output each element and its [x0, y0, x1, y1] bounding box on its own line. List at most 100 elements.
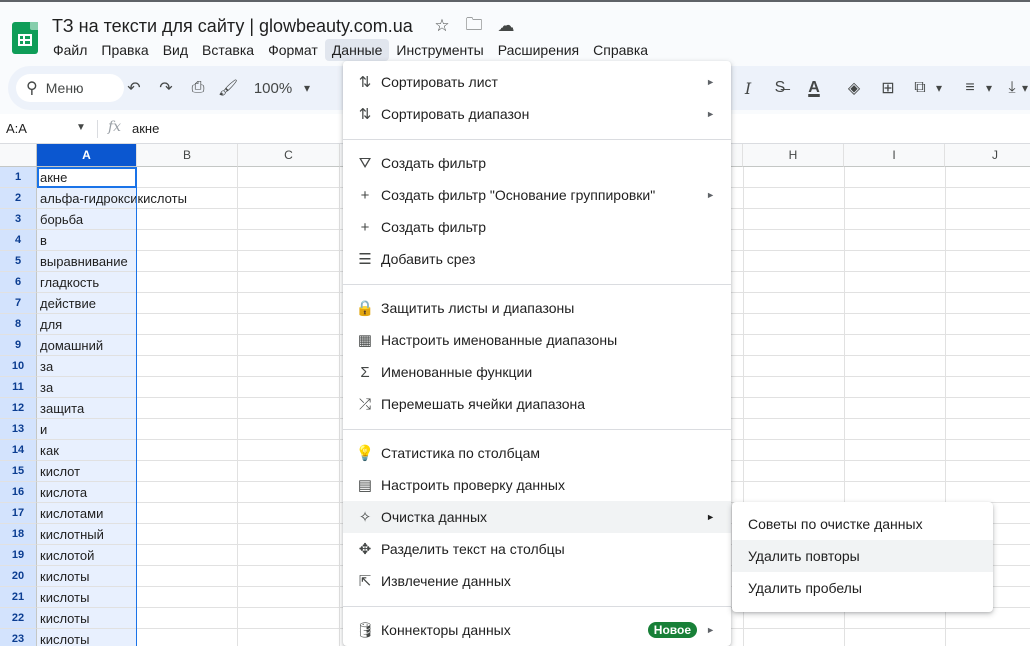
- menu-tools[interactable]: Инструменты: [389, 39, 490, 61]
- cell-a[interactable]: кислоты: [37, 608, 137, 629]
- row-header[interactable]: 17: [0, 503, 37, 524]
- strikethrough-icon[interactable]: S̶: [770, 76, 790, 100]
- cell-a[interactable]: для: [37, 314, 137, 335]
- submenu-item-remove-duplicates[interactable]: Удалить повторы: [732, 540, 993, 572]
- name-box[interactable]: A:A: [6, 121, 27, 136]
- select-all-corner[interactable]: [0, 144, 37, 167]
- column-header-a[interactable]: A: [37, 144, 137, 167]
- menu-item-named-ranges[interactable]: ▦ Настроить именованные диапазоны: [343, 324, 731, 356]
- valign-caret-icon[interactable]: ▾: [1020, 76, 1030, 100]
- menu-item-add-slicer[interactable]: ☰ Добавить срез: [343, 243, 731, 275]
- borders-icon[interactable]: ⊞: [878, 76, 898, 100]
- star-icon[interactable]: ☆: [432, 16, 452, 36]
- cell-a[interactable]: альфа-гидроксикислоты: [37, 188, 187, 209]
- cell-a[interactable]: гладкость: [37, 272, 137, 293]
- column-header-h[interactable]: H: [743, 144, 844, 167]
- formula-input[interactable]: акне: [132, 121, 159, 136]
- row-header[interactable]: 13: [0, 419, 37, 440]
- menu-file[interactable]: Файл: [46, 39, 94, 61]
- menu-item-create-filter[interactable]: ⛛ Создать фильтр: [343, 147, 731, 179]
- row-header[interactable]: 11: [0, 377, 37, 398]
- menu-format[interactable]: Формат: [261, 39, 325, 61]
- cell-a[interactable]: кислотами: [37, 503, 137, 524]
- cell-a[interactable]: кислоты: [37, 629, 137, 646]
- menu-item-data-connectors[interactable]: 🛢 Коннекторы данных Новое ►: [343, 614, 731, 646]
- move-to-folder-icon[interactable]: 🗀: [464, 15, 484, 36]
- vertical-align-icon[interactable]: ⤓: [1002, 76, 1022, 100]
- merge-cells-icon[interactable]: ⧉: [910, 76, 930, 100]
- submenu-item-trim-whitespace[interactable]: Удалить пробелы: [732, 572, 993, 604]
- name-box-caret-icon[interactable]: ▼: [76, 122, 86, 133]
- menu-help[interactable]: Справка: [586, 39, 655, 61]
- menu-item-column-stats[interactable]: 💡 Статистика по столбцам: [343, 437, 731, 469]
- row-header[interactable]: 1: [0, 167, 37, 188]
- zoom-select[interactable]: 100%: [252, 76, 294, 100]
- submenu-item-cleanup-suggestions[interactable]: Советы по очистке данных: [732, 508, 993, 540]
- cell-a[interactable]: выравнивание: [37, 251, 137, 272]
- cell-a[interactable]: за: [37, 356, 137, 377]
- row-header[interactable]: 19: [0, 545, 37, 566]
- column-header-c[interactable]: C: [238, 144, 340, 167]
- active-cell[interactable]: акне: [37, 167, 137, 188]
- menu-item-data-extraction[interactable]: ⇱ Извлечение данных: [343, 565, 731, 597]
- cell-a[interactable]: и: [37, 419, 137, 440]
- row-header[interactable]: 8: [0, 314, 37, 335]
- row-header[interactable]: 5: [0, 251, 37, 272]
- cell-a[interactable]: домашний: [37, 335, 137, 356]
- column-header-b[interactable]: B: [137, 144, 238, 167]
- row-header[interactable]: 6: [0, 272, 37, 293]
- row-header[interactable]: 14: [0, 440, 37, 461]
- menu-item-sort-sheet[interactable]: ⇅ Сортировать лист ►: [343, 66, 731, 98]
- cell-a[interactable]: кислоты: [37, 587, 137, 608]
- row-header[interactable]: 12: [0, 398, 37, 419]
- cell-a[interactable]: кислот: [37, 461, 137, 482]
- redo-icon[interactable]: ↷: [156, 76, 176, 100]
- cell-a[interactable]: борьба: [37, 209, 137, 230]
- document-title[interactable]: ТЗ на тексти для сайту | glowbeauty.com.…: [52, 16, 413, 37]
- text-color-icon[interactable]: A: [804, 76, 824, 100]
- row-header[interactable]: 21: [0, 587, 37, 608]
- print-icon[interactable]: ⎙: [188, 76, 208, 100]
- row-header[interactable]: 16: [0, 482, 37, 503]
- cell-a[interactable]: действие: [37, 293, 137, 314]
- menu-insert[interactable]: Вставка: [195, 39, 261, 61]
- menu-item-protect-sheets[interactable]: 🔒 Защитить листы и диапазоны: [343, 292, 731, 324]
- menu-view[interactable]: Вид: [156, 39, 195, 61]
- cell-a[interactable]: в: [37, 230, 137, 251]
- cloud-status-icon[interactable]: ☁: [496, 16, 516, 36]
- row-header[interactable]: 4: [0, 230, 37, 251]
- menu-item-create-filter-2[interactable]: + Создать фильтр: [343, 211, 731, 243]
- cell-a[interactable]: за: [37, 377, 137, 398]
- cell-a[interactable]: кислотный: [37, 524, 137, 545]
- row-header[interactable]: 10: [0, 356, 37, 377]
- menu-edit[interactable]: Правка: [94, 39, 155, 61]
- undo-icon[interactable]: ↶: [124, 76, 144, 100]
- search-menus-button[interactable]: ⚲ Меню: [16, 74, 124, 102]
- menu-item-create-filter-group[interactable]: + Создать фильтр "Основание группировки" ►: [343, 179, 731, 211]
- fill-color-icon[interactable]: ◈: [844, 76, 864, 100]
- align-icon[interactable]: ≡: [960, 76, 980, 100]
- italic-icon[interactable]: I: [738, 76, 758, 100]
- cell-a[interactable]: как: [37, 440, 137, 461]
- cell-a[interactable]: защита: [37, 398, 137, 419]
- row-header[interactable]: 3: [0, 209, 37, 230]
- row-header[interactable]: 23: [0, 629, 37, 646]
- column-header-i[interactable]: I: [844, 144, 945, 167]
- row-header[interactable]: 22: [0, 608, 37, 629]
- menu-item-named-functions[interactable]: Σ Именованные функции: [343, 356, 731, 388]
- menu-item-data-cleanup[interactable]: ✧ Очистка данных ►: [343, 501, 731, 533]
- column-header-j[interactable]: J: [945, 144, 1030, 167]
- row-header[interactable]: 18: [0, 524, 37, 545]
- cell-a[interactable]: кислотой: [37, 545, 137, 566]
- row-header[interactable]: 15: [0, 461, 37, 482]
- menu-item-data-validation[interactable]: ▤ Настроить проверку данных: [343, 469, 731, 501]
- zoom-caret-icon[interactable]: ▾: [300, 76, 314, 100]
- row-header[interactable]: 20: [0, 566, 37, 587]
- menu-item-sort-range[interactable]: ⇅ Сортировать диапазон ►: [343, 98, 731, 130]
- menu-item-split-text[interactable]: ✥ Разделить текст на столбцы: [343, 533, 731, 565]
- cell-a[interactable]: кислота: [37, 482, 137, 503]
- cell-a[interactable]: кислоты: [37, 566, 137, 587]
- sheets-logo-icon[interactable]: [12, 22, 38, 54]
- menu-item-randomize-range[interactable]: ⤮ Перемешать ячейки диапазона: [343, 388, 731, 420]
- menu-extensions[interactable]: Расширения: [491, 39, 586, 61]
